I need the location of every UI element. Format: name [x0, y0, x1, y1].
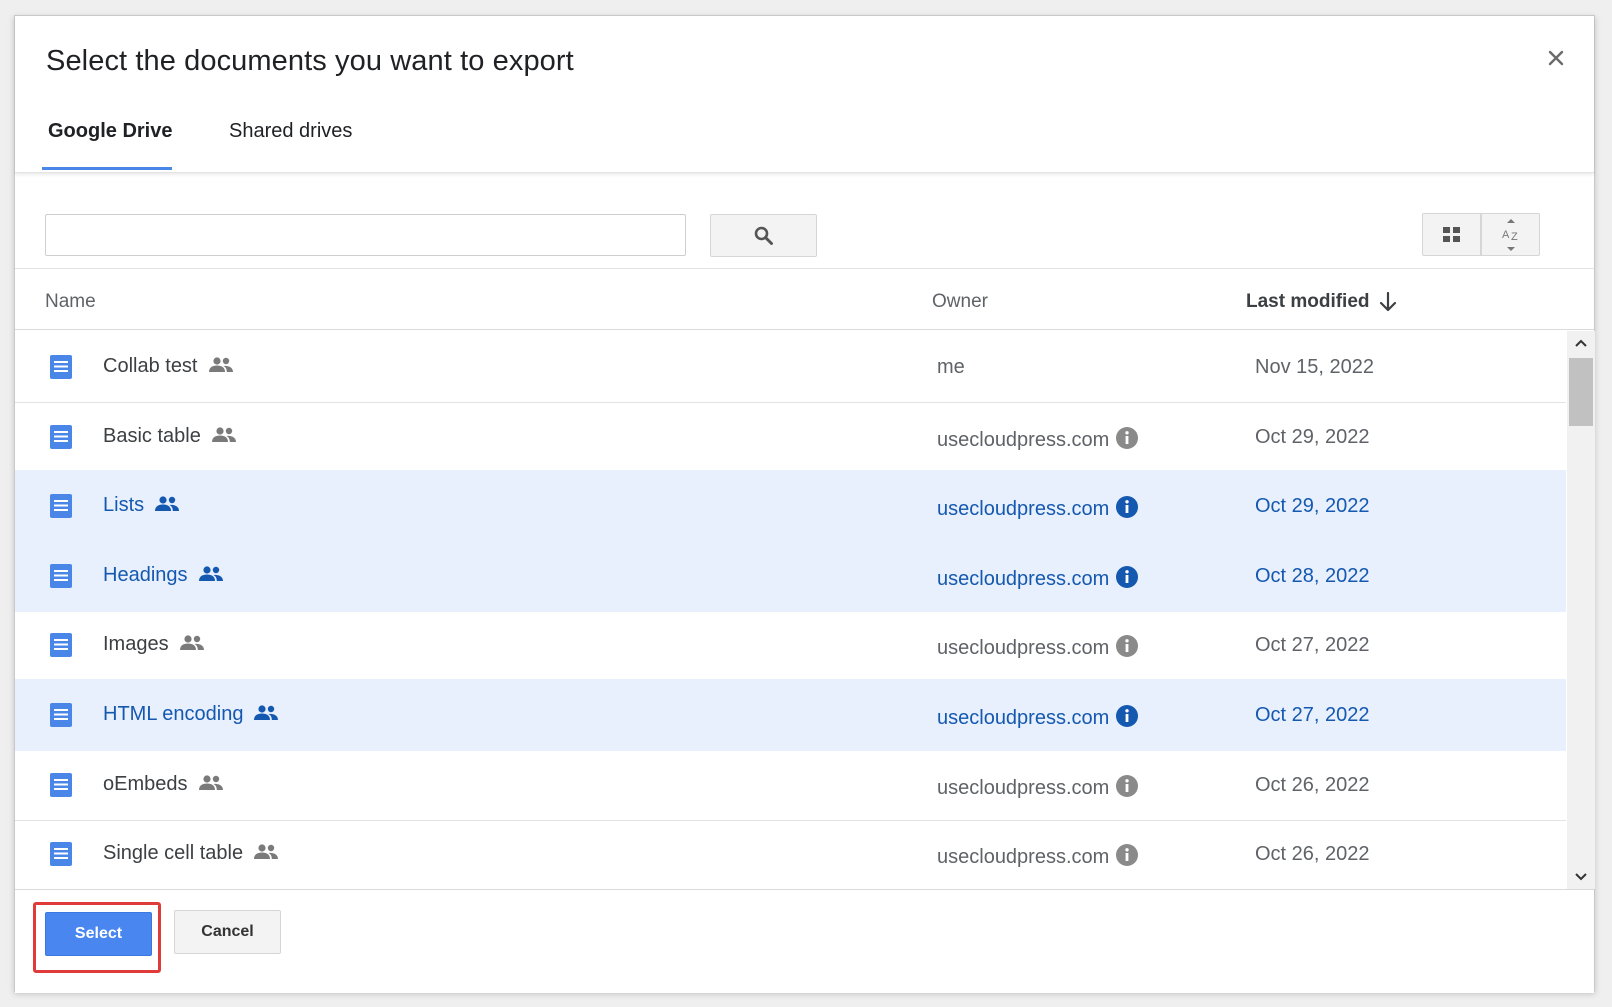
close-icon[interactable] — [1544, 46, 1568, 70]
dialog-title: Select the documents you want to export — [46, 45, 574, 77]
shared-people-icon — [211, 426, 237, 450]
column-header-owner[interactable]: Owner — [932, 291, 988, 313]
document-name: oEmbeds — [103, 773, 224, 798]
document-date: Oct 28, 2022 — [1255, 565, 1370, 587]
document-date: Oct 26, 2022 — [1255, 774, 1370, 796]
document-row[interactable]: HTML encoding usecloudpress.com Oct 27, … — [15, 679, 1566, 751]
info-icon[interactable] — [1115, 565, 1139, 595]
shared-people-icon — [154, 495, 180, 519]
document-owner: usecloudpress.com — [937, 426, 1139, 456]
toolbar: A Z — [15, 174, 1594, 269]
cancel-button[interactable]: Cancel — [174, 910, 281, 954]
document-date: Oct 26, 2022 — [1255, 843, 1370, 865]
document-date: Oct 27, 2022 — [1255, 634, 1370, 656]
search-button[interactable] — [710, 214, 817, 257]
shared-people-icon — [179, 634, 205, 658]
document-date: Oct 27, 2022 — [1255, 704, 1370, 726]
scroll-up-arrow-icon[interactable] — [1567, 331, 1595, 355]
document-name: Lists — [103, 494, 180, 519]
grid-view-button[interactable] — [1422, 213, 1481, 256]
info-icon[interactable] — [1115, 843, 1139, 873]
google-doc-icon — [49, 425, 73, 449]
document-owner: usecloudpress.com — [937, 495, 1139, 525]
document-owner: usecloudpress.com — [937, 843, 1139, 873]
active-tab-indicator — [42, 167, 172, 170]
shared-people-icon — [253, 704, 279, 728]
column-header-name[interactable]: Name — [45, 291, 96, 313]
document-row[interactable]: Collab test me Nov 15, 2022 — [15, 331, 1566, 403]
column-headers: Name Owner Last modified — [15, 270, 1594, 330]
document-row[interactable]: oEmbeds usecloudpress.com Oct 26, 2022 — [15, 749, 1566, 821]
document-list: Collab test me Nov 15, 2022 Basic table … — [15, 331, 1566, 889]
document-owner: me — [937, 356, 965, 378]
document-name: Headings — [103, 564, 224, 589]
dialog-header: Select the documents you want to export … — [15, 16, 1594, 173]
shared-people-icon — [198, 774, 224, 798]
google-doc-icon — [49, 494, 73, 518]
document-name: Collab test — [103, 355, 234, 380]
info-icon[interactable] — [1115, 704, 1139, 734]
document-row[interactable]: Basic table usecloudpress.com Oct 29, 20… — [15, 401, 1566, 473]
info-icon[interactable] — [1115, 774, 1139, 804]
document-row[interactable]: Lists usecloudpress.com Oct 29, 2022 — [15, 470, 1566, 542]
document-name: HTML encoding — [103, 703, 279, 728]
select-button[interactable]: Select — [45, 912, 152, 956]
info-icon[interactable] — [1115, 426, 1139, 456]
document-row[interactable]: Images usecloudpress.com Oct 27, 2022 — [15, 609, 1566, 681]
tab-shared-drives[interactable]: Shared drives — [229, 120, 352, 172]
document-owner: usecloudpress.com — [937, 704, 1139, 734]
scrollbar[interactable] — [1567, 331, 1595, 889]
document-owner: usecloudpress.com — [937, 634, 1139, 664]
google-doc-icon — [49, 355, 73, 379]
arrow-down-icon — [1379, 291, 1397, 312]
svg-text:Z: Z — [1511, 231, 1518, 243]
document-name: Basic table — [103, 425, 237, 450]
scrollbar-thumb[interactable] — [1569, 358, 1593, 426]
google-doc-icon — [49, 773, 73, 797]
scroll-down-arrow-icon[interactable] — [1567, 865, 1595, 889]
google-doc-icon — [49, 633, 73, 657]
google-doc-icon — [49, 703, 73, 727]
document-date: Nov 15, 2022 — [1255, 356, 1374, 378]
document-date: Oct 29, 2022 — [1255, 495, 1370, 517]
search-icon — [754, 226, 773, 245]
google-doc-icon — [49, 564, 73, 588]
export-dialog: Select the documents you want to export … — [14, 15, 1595, 993]
shared-people-icon — [198, 565, 224, 589]
grid-view-icon — [1442, 226, 1460, 242]
search-input[interactable] — [45, 214, 686, 256]
shared-people-icon — [253, 843, 279, 867]
document-owner: usecloudpress.com — [937, 774, 1139, 804]
document-row[interactable]: Single cell table usecloudpress.com Oct … — [15, 818, 1566, 889]
svg-text:A: A — [1502, 229, 1510, 241]
dialog-footer: Select Cancel — [15, 889, 1594, 993]
column-header-last-modified[interactable]: Last modified — [1246, 291, 1370, 313]
document-date: Oct 29, 2022 — [1255, 426, 1370, 448]
sort-az-button[interactable]: A Z — [1481, 213, 1540, 256]
info-icon[interactable] — [1115, 634, 1139, 664]
tab-google-drive[interactable]: Google Drive — [48, 120, 172, 172]
document-name: Single cell table — [103, 842, 279, 867]
document-row[interactable]: Headings usecloudpress.com Oct 28, 2022 — [15, 540, 1566, 612]
sort-az-icon: A Z — [1502, 218, 1518, 251]
document-owner: usecloudpress.com — [937, 565, 1139, 595]
info-icon[interactable] — [1115, 495, 1139, 525]
google-doc-icon — [49, 842, 73, 866]
shared-people-icon — [208, 356, 234, 380]
document-name: Images — [103, 633, 205, 658]
